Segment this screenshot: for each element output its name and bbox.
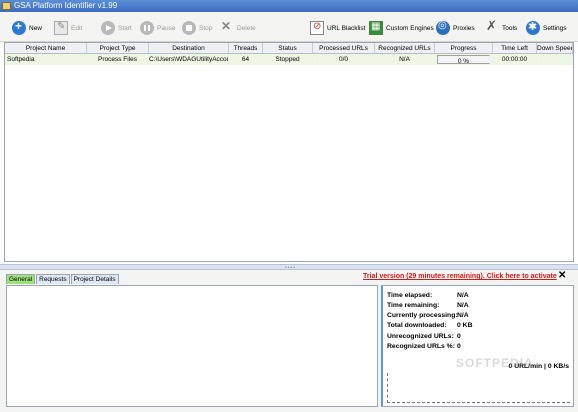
tab-general[interactable]: General xyxy=(6,274,36,284)
stat-total-downloaded: Total downloaded: 0 KB xyxy=(387,322,473,329)
column-header[interactable]: Status xyxy=(263,43,313,53)
stop-button[interactable]: Stop xyxy=(182,19,212,37)
tools-icon xyxy=(485,18,499,35)
tab-requests[interactable]: Requests xyxy=(36,274,70,284)
stat-time-remaining: Time remaining: N/A xyxy=(387,302,469,309)
proxies-button[interactable]: Proxies xyxy=(436,19,475,37)
delete-button[interactable]: Delete xyxy=(220,19,256,37)
down-speed-cell xyxy=(537,54,573,65)
edit-button[interactable]: Edit xyxy=(54,19,82,37)
window-title: GSA Platform Identifier v1.99 xyxy=(14,1,118,10)
stats-panel: Time elapsed: N/A Time remaining: N/A Curr… xyxy=(381,285,574,407)
app-icon xyxy=(2,2,11,10)
globe-icon xyxy=(436,20,450,35)
threads-cell: 64 xyxy=(229,54,263,65)
pause-icon xyxy=(140,21,154,35)
column-header[interactable]: Threads xyxy=(229,43,263,53)
progress-cell: 0 % xyxy=(435,54,493,65)
settings-button[interactable]: Settings xyxy=(526,19,567,37)
status-cell: Stopped xyxy=(263,54,313,65)
speed-graph xyxy=(387,373,570,403)
stat-time-elapsed: Time elapsed: N/A xyxy=(387,292,469,299)
project-type-cell: Process Files xyxy=(87,54,149,65)
start-button[interactable]: Start xyxy=(101,19,132,37)
title-bar: GSA Platform Identifier v1.99 xyxy=(0,0,578,12)
column-header[interactable]: Time Left xyxy=(493,43,537,53)
general-panel xyxy=(6,285,378,407)
delete-icon xyxy=(220,19,234,35)
close-icon[interactable]: ✕ xyxy=(558,270,566,281)
edit-icon xyxy=(54,21,68,35)
detail-tabs: General Requests Project Details xyxy=(6,274,120,284)
stat-recognized-urls-percent: Recognized URLs %: 0 xyxy=(387,343,461,350)
custom-engines-button[interactable]: Custom Engines xyxy=(369,19,434,37)
column-header[interactable]: Destination xyxy=(149,43,229,53)
blacklist-icon xyxy=(310,21,324,35)
watermark: SOFTPEDIA xyxy=(456,356,534,370)
progress-bar: 0 % xyxy=(437,55,490,64)
table-row[interactable]: Softpedia Process Files C:\Users\WDAGUti… xyxy=(5,54,573,65)
column-header[interactable]: Progress xyxy=(435,43,493,53)
tab-project-details[interactable]: Project Details xyxy=(70,274,119,284)
table-header: Project Name Project Type Destination Th… xyxy=(5,43,573,54)
recognized-urls-cell: N/A xyxy=(375,54,435,65)
stat-currently-processing: Currently processing:N/A xyxy=(387,312,469,319)
processed-urls-cell: 0/0 xyxy=(313,54,375,65)
projects-table[interactable]: Project Name Project Type Destination Th… xyxy=(4,42,574,262)
tools-button[interactable]: Tools xyxy=(485,18,517,37)
engines-icon xyxy=(369,21,383,35)
toolbar: New Edit Start Pause Stop Delete URL Bla… xyxy=(0,12,578,42)
column-header[interactable]: Processed URLs xyxy=(313,43,375,53)
stat-unrecognized-urls: Unrecognized URLs: 0 xyxy=(387,333,461,340)
pause-button[interactable]: Pause xyxy=(140,19,175,37)
trial-activate-link[interactable]: Trial version (29 minutes remaining). Cl… xyxy=(363,273,557,280)
details-area: General Requests Project Details Trial v… xyxy=(0,270,578,412)
new-button[interactable]: New xyxy=(12,19,42,37)
column-header[interactable]: Recognized URLs xyxy=(375,43,435,53)
gear-icon xyxy=(526,20,540,35)
plus-icon xyxy=(12,19,26,35)
column-header[interactable]: Project Type xyxy=(87,43,149,53)
column-header[interactable]: Project Name xyxy=(5,43,87,53)
stop-icon xyxy=(182,21,196,35)
project-name-cell: Softpedia xyxy=(5,54,87,65)
url-blacklist-button[interactable]: URL Blacklist xyxy=(310,19,365,37)
play-icon xyxy=(101,21,115,35)
destination-cell: C:\Users\WDAGUtilityAccou xyxy=(149,54,229,65)
column-header[interactable]: Down Speed xyxy=(537,43,573,53)
time-left-cell: 00:00:00 xyxy=(493,54,537,65)
